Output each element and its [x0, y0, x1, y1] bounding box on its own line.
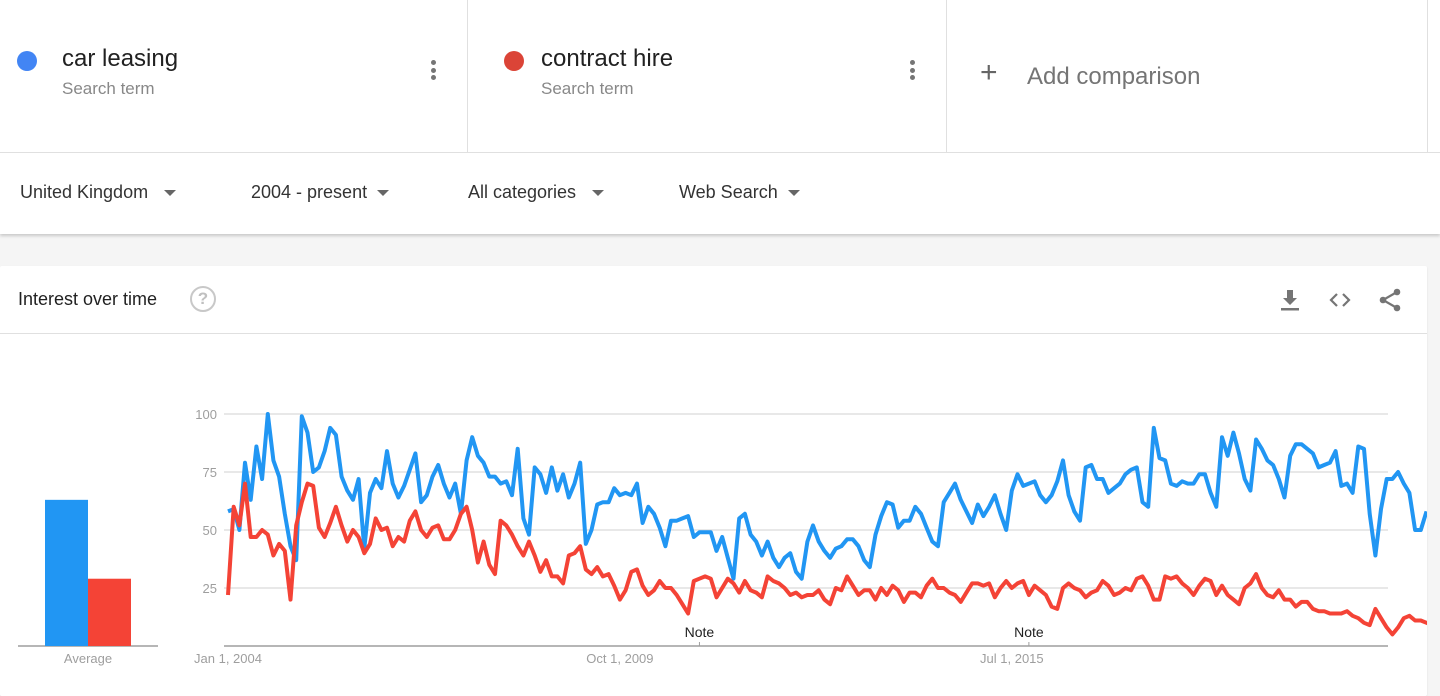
search-terms-bar: car leasing Search term contract hire Se… [0, 0, 1440, 153]
embed-code-icon[interactable] [1327, 287, 1353, 313]
add-comparison-label: Add comparison [1027, 63, 1201, 90]
series-color-dot [504, 51, 524, 71]
category-filter-label: All categories [468, 182, 577, 202]
search-term-subtitle: Search term [541, 79, 634, 98]
plus-icon: + [980, 56, 998, 89]
note-annotation: Note [685, 624, 715, 640]
search-term-card-1[interactable]: car leasing Search term [0, 0, 468, 153]
search-term-name[interactable]: car leasing [62, 45, 178, 73]
search-term-name[interactable]: contract hire [541, 45, 673, 73]
download-icon[interactable] [1277, 287, 1303, 313]
card-header: Interest over time ? [0, 266, 1427, 334]
add-comparison-button[interactable]: + Add comparison [947, 0, 1428, 153]
series-color-dot [17, 51, 37, 71]
caret-down-icon [787, 189, 800, 196]
average-bar [88, 578, 131, 646]
more-options-icon[interactable] [425, 60, 441, 84]
time-range-filter[interactable]: 2004 - present [251, 182, 390, 203]
search-term-subtitle: Search term [62, 79, 155, 98]
category-filter[interactable]: All categories [468, 182, 605, 203]
interest-over-time-card: Interest over time ? 25 50 75 100 Jan 1, 200… [0, 266, 1427, 696]
y-tick-label: 50 [203, 523, 217, 538]
share-icon[interactable] [1377, 287, 1403, 313]
series-line-car-leasing [227, 412, 1427, 581]
card-title: Interest over time [18, 289, 158, 309]
interest-chart: 25 50 75 100 Jan 1, 2004 Oct 1, 2009 Jul 1, 20… [18, 407, 1427, 666]
search-type-filter-label: Web Search [679, 182, 778, 202]
y-tick-label: 100 [195, 407, 217, 422]
search-type-filter[interactable]: Web Search [679, 182, 800, 203]
caret-down-icon [164, 189, 177, 196]
x-tick-label: Jul 1, 2015 [980, 651, 1044, 666]
search-term-card-2[interactable]: contract hire Search term [468, 0, 947, 153]
x-tick-label: Jan 1, 2004 [194, 651, 262, 666]
region-filter[interactable]: United Kingdom [20, 182, 177, 203]
more-options-icon[interactable] [904, 60, 920, 84]
y-tick-label: 75 [203, 465, 217, 480]
y-tick-label: 25 [203, 581, 217, 596]
average-label: Average [64, 651, 112, 666]
help-icon[interactable]: ? [190, 286, 216, 312]
note-annotation: Note [1014, 624, 1044, 640]
average-bar [45, 499, 88, 646]
x-tick-label: Oct 1, 2009 [586, 651, 653, 666]
series-line-contract-hire [226, 481, 1427, 637]
region-filter-label: United Kingdom [20, 182, 149, 202]
caret-down-icon [592, 189, 605, 196]
filters-bar: United Kingdom 2004 - present All catego… [0, 153, 1440, 234]
top-panel: car leasing Search term contract hire Se… [0, 0, 1440, 234]
time-range-filter-label: 2004 - present [251, 182, 368, 202]
caret-down-icon [377, 189, 390, 196]
